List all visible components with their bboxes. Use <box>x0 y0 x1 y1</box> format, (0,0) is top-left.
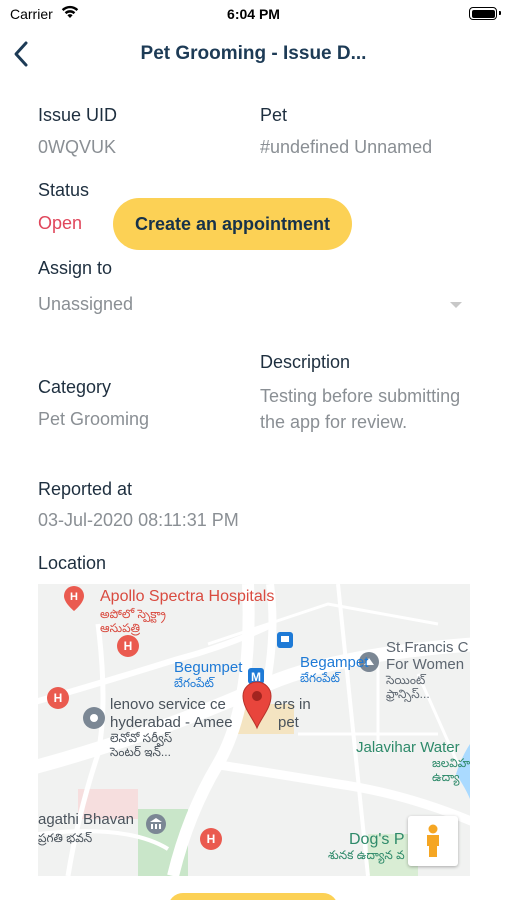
hospital-icon: H <box>47 687 69 709</box>
place-marker-icon <box>83 707 105 729</box>
street-view-pegman-button[interactable] <box>408 816 458 866</box>
map-label: Jalavihar Water <box>356 739 460 756</box>
map-label: సెయింట్ <box>385 673 427 687</box>
status-bar: Carrier 6:04 PM <box>0 0 507 28</box>
map-label: ఆసుపత్రి <box>100 621 140 636</box>
map-label: శునక ఉద్యాన వ <box>328 848 405 864</box>
location-label: Location <box>38 553 107 573</box>
map-label: Begampet <box>300 654 369 671</box>
map-label: lenovo service ce <box>110 696 226 713</box>
svg-text:H: H <box>54 691 63 705</box>
metro-station-icon <box>277 632 293 648</box>
map-label: ఫ్రాన్సిస్... <box>386 687 430 703</box>
map-label: Dog's P <box>349 831 405 848</box>
map-label: pet <box>278 714 300 731</box>
map-label: St.Francis C <box>386 639 469 656</box>
map-label: జలవిహ <box>432 756 470 770</box>
description-value: Testing before submitting the app for re… <box>260 386 461 432</box>
hospital-icon: H <box>64 586 84 611</box>
location-map[interactable]: H H H H M Apollo Spectra Hospitals అపోలో… <box>38 584 470 876</box>
navigation-bar: Pet Grooming - Issue D... <box>0 28 507 80</box>
map-label: సెంటర్ ఇన్... <box>109 745 171 759</box>
map-label: agathi Bhavan <box>38 811 134 828</box>
map-canvas: H H H H M Apollo Spectra Hospitals అపోలో… <box>38 584 470 876</box>
category-value: Pet Grooming <box>38 409 150 429</box>
description-label: Description <box>260 352 351 372</box>
pegman-icon <box>427 824 439 857</box>
dropdown-caret-icon <box>450 302 462 308</box>
map-label: Apollo Spectra Hospitals <box>100 588 274 605</box>
page-title: Pet Grooming - Issue D... <box>140 43 367 64</box>
pet-value: #undefined Unnamed <box>260 137 433 157</box>
battery-icon <box>469 7 501 20</box>
reported-at-value: 03-Jul-2020 08:11:31 PM <box>38 510 239 530</box>
category-label: Category <box>38 377 112 397</box>
issue-uid-value: 0WQVUK <box>38 137 117 157</box>
status-label: Status <box>38 180 90 200</box>
assign-to-value: Unassigned <box>38 294 134 314</box>
svg-text:H: H <box>70 591 78 603</box>
map-label: For Women <box>386 656 464 673</box>
pet-label: Pet <box>260 105 288 125</box>
map-label: ప్రగతి భవన్ <box>38 831 92 846</box>
map-label: ఉద్యా <box>432 770 460 786</box>
map-label: ers in <box>274 696 311 713</box>
reported-at-label: Reported at <box>38 479 133 499</box>
bottom-action-button[interactable] <box>168 893 338 900</box>
map-label: Begumpet <box>174 659 243 676</box>
hospital-icon: H <box>200 828 222 850</box>
map-label: hyderabad - Amee <box>110 714 233 731</box>
issue-uid-label: Issue UID <box>38 105 118 125</box>
create-appointment-button[interactable]: Create an appointment <box>113 198 352 250</box>
clock: 6:04 PM <box>227 6 280 22</box>
map-label: బేగంపేట్ <box>300 671 342 685</box>
assign-to-dropdown[interactable]: Unassigned <box>38 288 468 322</box>
landmark-icon <box>146 814 166 834</box>
svg-text:H: H <box>207 832 216 846</box>
hospital-icon: H <box>117 635 139 657</box>
svg-text:H: H <box>124 639 133 653</box>
status-value: Open <box>38 213 83 233</box>
map-label: బేగంపేట్ <box>174 676 216 690</box>
assign-to-label: Assign to <box>38 258 113 278</box>
